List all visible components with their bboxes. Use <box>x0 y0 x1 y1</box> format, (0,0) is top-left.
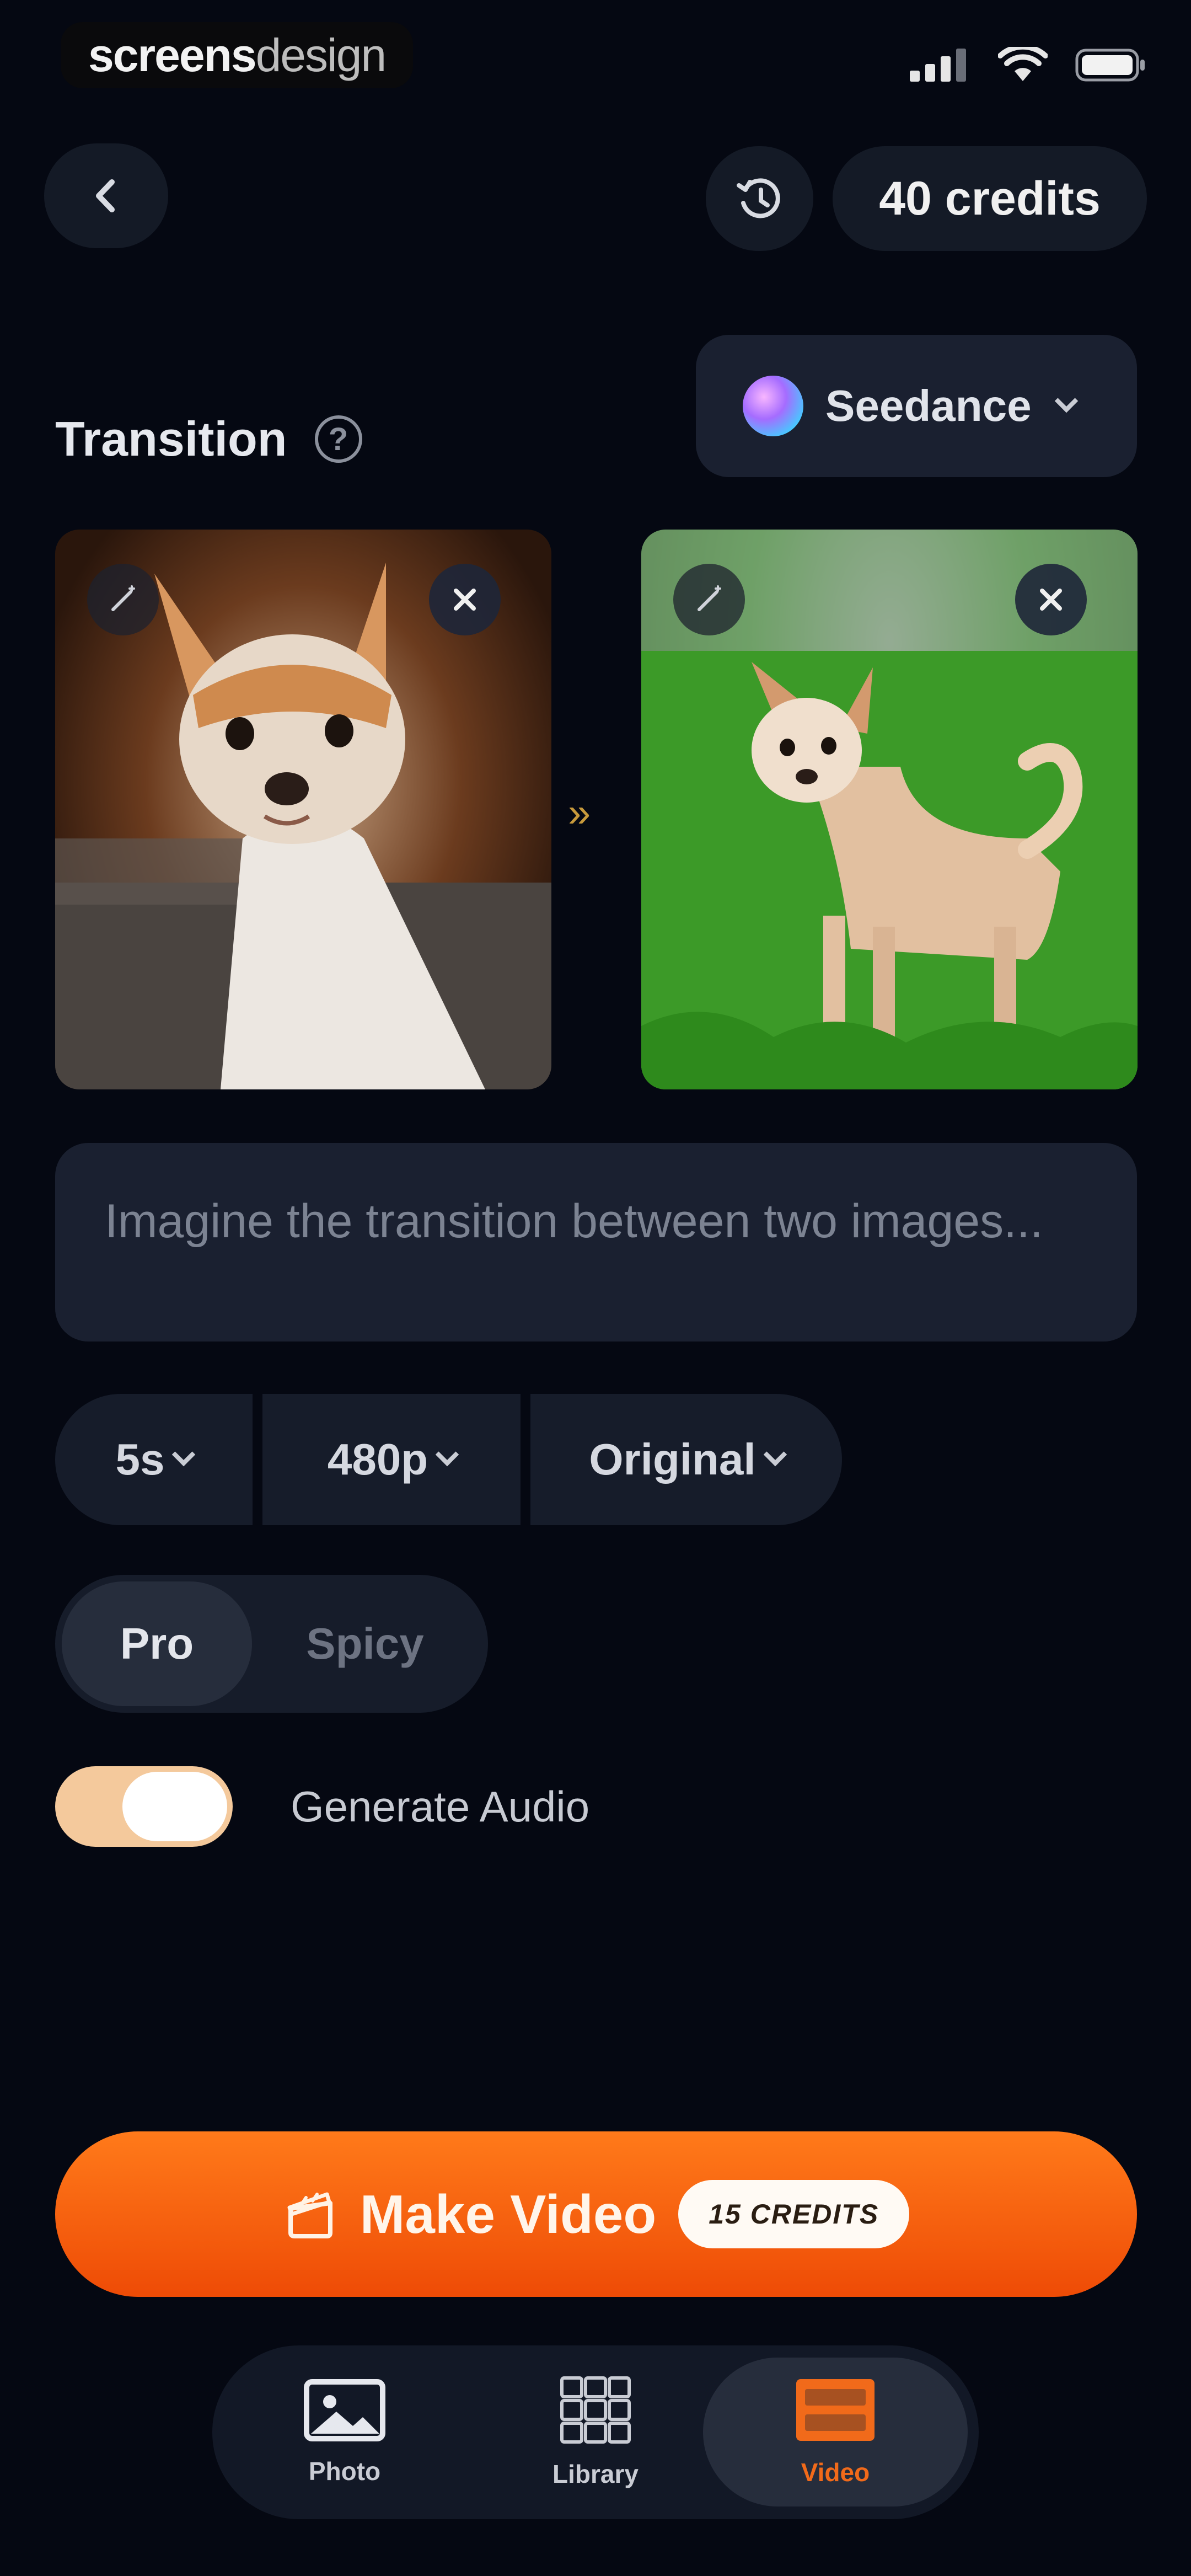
close-icon <box>1040 589 1062 611</box>
credits-label: 40 credits <box>879 172 1101 225</box>
video-icon <box>796 2379 875 2441</box>
tab-library[interactable]: Library <box>463 2358 728 2506</box>
image-icon <box>304 2379 385 2441</box>
make-video-label: Make Video <box>360 2183 657 2244</box>
help-circle-icon[interactable]: ? <box>314 415 362 463</box>
tab-photo-label: Photo <box>308 2456 381 2486</box>
wand-glyph-icon <box>698 585 721 611</box>
model-selector[interactable]: Seedance <box>696 335 1137 477</box>
duration-value: 5s <box>115 1435 165 1484</box>
clapperboard-icon <box>287 2192 332 2238</box>
magic-wand-icon[interactable] <box>87 564 159 635</box>
close-icon <box>454 589 476 611</box>
chevron-down-icon <box>1054 389 1078 413</box>
tab-video-label: Video <box>801 2458 870 2487</box>
prompt-input[interactable]: Imagine the transition between two image… <box>55 1143 1137 1342</box>
signal-icon <box>910 49 966 82</box>
resolution-dropdown[interactable]: 480p <box>262 1394 521 1525</box>
tab-video[interactable]: Video <box>703 2358 968 2506</box>
status-icons <box>910 47 1147 83</box>
generation-options: 5s 480p Original <box>55 1394 842 1525</box>
magic-wand-icon[interactable] <box>673 564 745 635</box>
tab-library-label: Library <box>552 2459 639 2488</box>
brand-light-text: design <box>255 29 387 81</box>
chevron-down-icon <box>435 1442 459 1467</box>
transition-title: Transition <box>55 411 287 466</box>
mode-pro[interactable]: Pro <box>62 1581 252 1706</box>
end-image-card[interactable] <box>641 530 1138 1089</box>
remove-start-image-button[interactable] <box>429 564 501 635</box>
aspect-value: Original <box>589 1435 756 1484</box>
mode-spicy[interactable]: Spicy <box>252 1581 478 1706</box>
model-label: Seedance <box>825 381 1032 430</box>
make-video-button[interactable]: Make Video 15 CREDITS <box>55 2131 1137 2297</box>
wifi-icon <box>998 47 1048 81</box>
tab-photo[interactable]: Photo <box>212 2358 477 2506</box>
start-image-card[interactable] <box>55 530 551 1089</box>
history-button[interactable] <box>706 146 813 251</box>
wand-glyph-icon <box>111 585 135 611</box>
generate-audio-label: Generate Audio <box>291 1782 590 1831</box>
resolution-value: 480p <box>327 1435 428 1484</box>
chevron-left-icon <box>95 179 115 212</box>
section-title: Transition ? <box>55 411 362 467</box>
prompt-placeholder: Imagine the transition between two image… <box>105 1195 1043 1248</box>
credits-badge[interactable]: 40 credits <box>833 146 1147 251</box>
screensdesign-watermark: screens design <box>61 22 414 88</box>
history-icon <box>736 178 780 218</box>
chevron-down-icon <box>763 1442 787 1467</box>
duration-dropdown[interactable]: 5s <box>55 1394 253 1525</box>
grid-icon <box>560 2376 631 2444</box>
back-button[interactable] <box>44 143 168 248</box>
generate-audio-toggle[interactable] <box>55 1766 233 1847</box>
toggle-knob <box>122 1772 227 1841</box>
battery-icon <box>1075 49 1145 82</box>
aspect-dropdown[interactable]: Original <box>530 1394 842 1525</box>
mode-segmented-control: Pro Spicy <box>55 1575 488 1713</box>
bottom-tab-bar: Photo Library Video <box>212 2345 979 2519</box>
brand-bold-text: screens <box>88 29 257 81</box>
chevron-down-icon <box>172 1442 196 1467</box>
transition-arrow-icon: » <box>568 789 591 835</box>
remove-end-image-button[interactable] <box>1015 564 1087 635</box>
cost-badge: 15 CREDITS <box>678 2180 910 2248</box>
seedance-orb-icon <box>743 376 803 436</box>
